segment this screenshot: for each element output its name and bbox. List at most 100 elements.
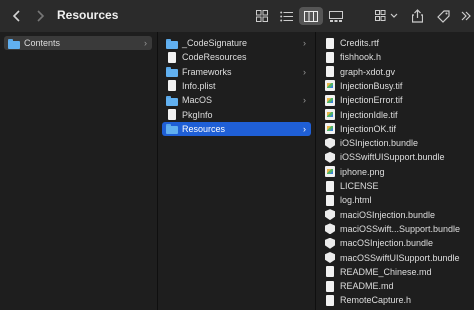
file-row[interactable]: Contents › <box>4 36 152 50</box>
gallery-view-button[interactable] <box>326 7 346 25</box>
gallery-icon <box>329 10 343 22</box>
image-icon <box>324 166 336 178</box>
file-name: README.md <box>340 281 394 292</box>
file-row[interactable]: PkgInfo <box>162 108 311 122</box>
image-icon <box>324 94 336 106</box>
file-name: RemoteCapture.h <box>340 295 412 306</box>
file-name: MacOS <box>182 95 213 106</box>
folder-icon <box>8 38 20 49</box>
column-1[interactable]: Contents › <box>0 32 158 310</box>
file-row[interactable]: log.html <box>320 193 470 207</box>
folder-icon <box>166 123 178 135</box>
file-row[interactable]: iphone.png <box>320 165 470 179</box>
document-icon <box>324 180 336 192</box>
file-row[interactable]: InjectionBusy.tif <box>320 79 470 93</box>
file-row[interactable]: iOSSwiftUISupport.bundle <box>320 150 470 164</box>
bundle-icon <box>324 209 336 220</box>
file-name: log.html <box>340 195 372 206</box>
file-name: InjectionBusy.tif <box>340 80 403 91</box>
list-icon <box>279 11 293 21</box>
window-title: Resources <box>57 8 119 22</box>
chevron-right-icon: › <box>303 123 306 134</box>
file-name: fishhook.h <box>340 52 382 63</box>
file-name: iOSInjection.bundle <box>340 138 419 149</box>
forward-button[interactable] <box>32 7 48 25</box>
file-row[interactable]: Frameworks › <box>162 65 311 79</box>
file-row[interactable]: RemoteCapture.h <box>320 293 470 307</box>
file-row[interactable]: maciOSSwift...Support.bundle <box>320 222 470 236</box>
file-row[interactable]: MacOS › <box>162 93 311 107</box>
file-row[interactable]: macOSInjection.bundle <box>320 236 470 250</box>
column-3[interactable]: Credits.rtf fishhook.h graph-xdot.gv Inject… <box>316 32 474 310</box>
column-browser: Contents › _CodeSignature › CodeResources Fr… <box>0 32 474 310</box>
file-name: PkgInfo <box>182 109 213 120</box>
bundle-icon <box>324 252 336 263</box>
document-icon <box>166 51 178 63</box>
column-2[interactable]: _CodeSignature › CodeResources Frameworks › I… <box>158 32 316 310</box>
bundle-icon <box>324 223 336 234</box>
tag-button[interactable] <box>434 7 452 25</box>
file-row[interactable]: Resources › <box>162 121 311 136</box>
document-icon <box>324 266 336 278</box>
column-view-button[interactable] <box>299 7 323 25</box>
chevron-right-icon: › <box>144 38 147 48</box>
document-icon <box>324 294 336 306</box>
file-name: _CodeSignature <box>182 38 248 48</box>
file-name: Resources <box>182 123 226 134</box>
file-name: CodeResources <box>182 52 247 63</box>
chevron-right-icon: › <box>303 66 306 77</box>
file-name: Frameworks <box>182 66 232 77</box>
tag-icon <box>436 9 450 23</box>
file-name: maciOSSwift...Support.bundle <box>340 223 461 234</box>
group-grid-icon <box>375 10 398 21</box>
image-icon <box>324 80 336 92</box>
share-icon <box>411 9 423 23</box>
file-row[interactable]: _CodeSignature › <box>162 36 311 50</box>
file-row[interactable]: graph-xdot.gv <box>320 65 470 79</box>
file-name: iphone.png <box>340 166 385 177</box>
file-row[interactable]: README_Chinese.md <box>320 265 470 279</box>
chevron-right-icon: › <box>303 38 306 48</box>
more-button[interactable] <box>459 7 473 25</box>
document-icon <box>324 194 336 206</box>
file-row[interactable]: fishhook.h <box>320 50 470 64</box>
file-row[interactable]: maciOSInjection.bundle <box>320 208 470 222</box>
file-row[interactable]: InjectionOK.tif <box>320 122 470 136</box>
file-row[interactable]: iOSInjection.bundle <box>320 136 470 150</box>
list-view-button[interactable] <box>276 7 296 25</box>
file-row[interactable]: Info.plist <box>162 79 311 93</box>
file-row[interactable]: README.md <box>320 279 470 293</box>
bundle-icon <box>324 238 336 249</box>
file-row[interactable]: macOSSwiftUISupport.bundle <box>320 251 470 265</box>
file-name: macOSInjection.bundle <box>340 238 434 249</box>
share-button[interactable] <box>408 7 426 25</box>
file-row[interactable]: LICENSE <box>320 179 470 193</box>
document-icon <box>324 51 336 63</box>
file-name: InjectionIdle.tif <box>340 109 398 120</box>
file-name: graph-xdot.gv <box>340 66 396 77</box>
bundle-icon <box>324 138 336 149</box>
file-name: Credits.rtf <box>340 38 380 48</box>
file-name: Info.plist <box>182 80 216 91</box>
file-name: Contents <box>24 38 61 48</box>
file-row[interactable]: InjectionError.tif <box>320 93 470 107</box>
bundle-icon <box>324 152 336 163</box>
grid-icon <box>256 10 268 22</box>
folder-icon <box>166 38 178 49</box>
chevron-double-right-icon <box>461 11 471 21</box>
file-name: README_Chinese.md <box>340 266 432 277</box>
file-row[interactable]: CodeResources <box>162 50 311 64</box>
image-icon <box>324 123 336 135</box>
document-icon <box>166 80 178 92</box>
columns-icon <box>304 10 318 22</box>
file-name: LICENSE <box>340 181 379 191</box>
group-by-button[interactable] <box>374 7 400 25</box>
file-name: maciOSInjection.bundle <box>340 209 436 220</box>
file-row[interactable]: InjectionIdle.tif <box>320 108 470 122</box>
document-icon <box>324 37 336 49</box>
file-name: iOSSwiftUISupport.bundle <box>340 152 445 163</box>
file-row[interactable]: Credits.rtf <box>320 36 470 50</box>
icon-view-button[interactable] <box>252 7 272 25</box>
back-button[interactable] <box>9 7 25 25</box>
folder-icon <box>166 66 178 78</box>
